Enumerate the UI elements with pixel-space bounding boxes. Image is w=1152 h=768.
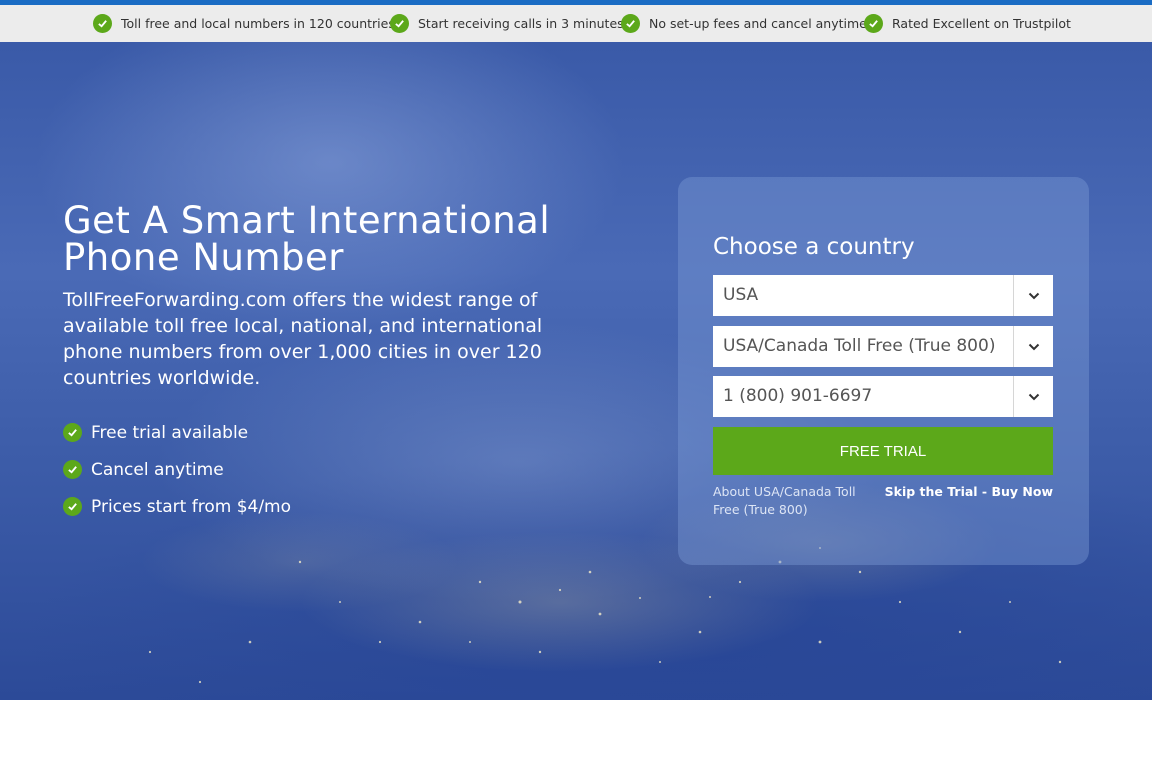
chevron-down-icon[interactable] xyxy=(1013,326,1053,367)
phone-number-select-value: 1 (800) 901-6697 xyxy=(723,386,873,406)
chevron-down-icon[interactable] xyxy=(1013,376,1053,417)
benefit-label: Toll free and local numbers in 120 count… xyxy=(121,16,395,31)
perk-label: Cancel anytime xyxy=(91,459,224,480)
card-title: Choose a country xyxy=(713,234,915,260)
number-type-select[interactable]: USA/Canada Toll Free (True 800) xyxy=(713,326,1053,367)
list-item: Free trial available xyxy=(63,414,291,451)
perk-label: Prices start from $4/mo xyxy=(91,496,292,517)
benefit-item: Toll free and local numbers in 120 count… xyxy=(93,5,395,42)
benefit-item: Rated Excellent on Trustpilot xyxy=(864,5,1071,42)
signup-card: Choose a country USA USA/Canada Toll Fre… xyxy=(678,177,1089,565)
benefit-item: Start receiving calls in 3 minutes xyxy=(390,5,624,42)
check-circle-icon xyxy=(621,14,640,33)
page-title: Get A Smart International Phone Number xyxy=(63,202,583,276)
check-circle-icon xyxy=(93,14,112,33)
country-select[interactable]: USA xyxy=(713,275,1053,316)
benefit-label: Rated Excellent on Trustpilot xyxy=(892,16,1071,31)
page-title-line: Get A Smart International xyxy=(63,199,551,242)
number-type-select-value: USA/Canada Toll Free (True 800) xyxy=(723,336,996,356)
benefit-label: Start receiving calls in 3 minutes xyxy=(418,16,624,31)
list-item: Prices start from $4/mo xyxy=(63,488,291,525)
country-select-value: USA xyxy=(723,285,759,305)
perk-list: Free trial available Cancel anytime Pric… xyxy=(63,414,291,525)
chevron-down-icon[interactable] xyxy=(1013,275,1053,316)
phone-number-select[interactable]: 1 (800) 901-6697 xyxy=(713,376,1053,417)
hero-lead-text: TollFreeForwarding.com offers the widest… xyxy=(63,289,543,389)
perk-label: Free trial available xyxy=(91,422,249,443)
hero-section: Get A Smart International Phone Number T… xyxy=(0,42,1152,700)
check-circle-icon xyxy=(63,460,82,479)
check-circle-icon xyxy=(63,497,82,516)
benefits-bar: Toll free and local numbers in 120 count… xyxy=(0,5,1152,42)
check-circle-icon xyxy=(390,14,409,33)
list-item: Cancel anytime xyxy=(63,451,291,488)
page-title-line: Phone Number xyxy=(63,236,345,279)
benefit-label: No set-up fees and cancel anytime xyxy=(649,16,867,31)
free-trial-button[interactable]: FREE TRIAL xyxy=(713,427,1053,475)
check-circle-icon xyxy=(63,423,82,442)
benefit-item: No set-up fees and cancel anytime xyxy=(621,5,867,42)
check-circle-icon xyxy=(864,14,883,33)
about-number-type-link[interactable]: About USA/Canada Toll Free (True 800) xyxy=(713,483,863,519)
skip-trial-buy-now-link[interactable]: Skip the Trial - Buy Now xyxy=(885,483,1053,501)
